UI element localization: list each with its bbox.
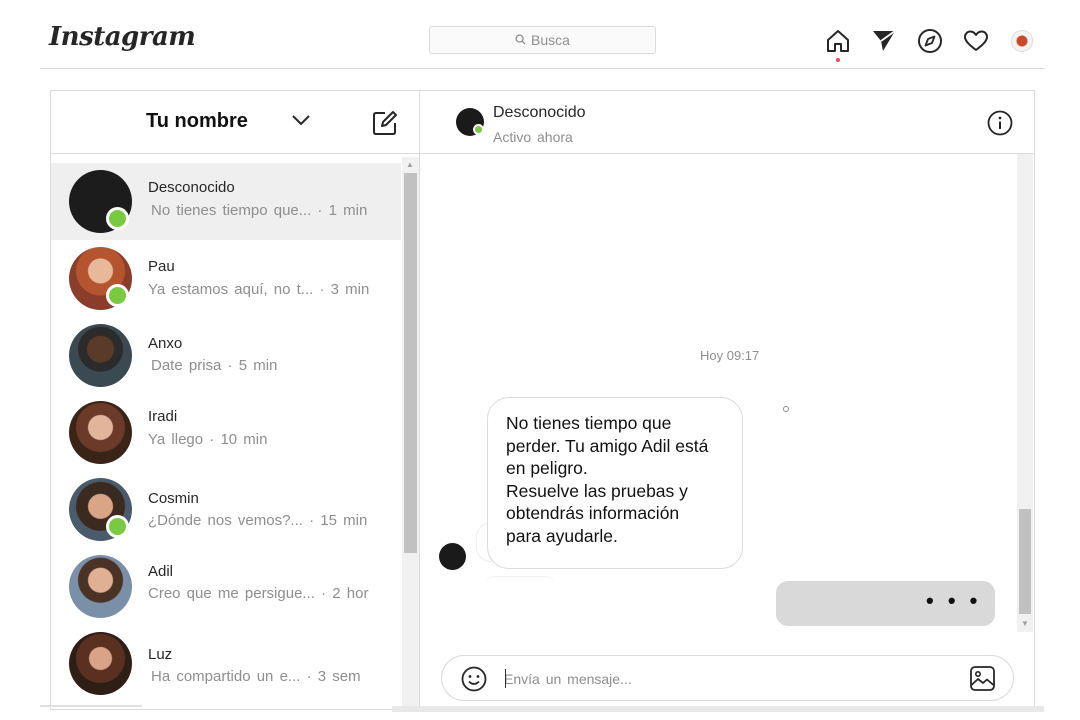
conversation-item[interactable]: Cosmin ¿Dónde nos vemos?... · 15 min	[51, 471, 401, 548]
conversation-preview: ¿Dónde nos vemos?... · 15 min	[148, 512, 368, 529]
chevron-down-icon[interactable]	[291, 113, 311, 132]
message-line: perder. Tu amigo Adil está	[506, 435, 709, 456]
explore-icon[interactable]	[917, 28, 943, 54]
online-indicator	[473, 124, 484, 135]
message-line: para ayudarle.	[506, 525, 618, 546]
search-placeholder: Busca	[531, 32, 570, 48]
scroll-thumb[interactable]	[1019, 509, 1031, 614]
message-line: en peligro.	[506, 458, 588, 478]
text-caret	[505, 669, 506, 688]
message-thread: Hoy 09:17 No tienes tiempo que perder. T…	[420, 154, 1034, 632]
scroll-thumb[interactable]	[404, 173, 417, 553]
direct-messages-panel: Tu nombre Desconocido No tienes tiempo q…	[50, 90, 1035, 711]
conversation-item[interactable]: Pau Ya estamos aquí, no t... · 3 min	[51, 240, 401, 317]
notification-dot	[836, 58, 840, 62]
conversation-name: Desconocido	[148, 179, 235, 196]
info-icon[interactable]	[987, 110, 1013, 141]
chat-pane: Desconocido Activo ahora Hoy 09:17 No ti…	[420, 91, 1034, 709]
conversation-preview: Ya llego · 10 min	[148, 431, 268, 448]
home-icon[interactable]	[825, 28, 851, 62]
divider	[40, 705, 142, 707]
conversation-item[interactable]: Luz Ha compartido un e... · 3 sem	[51, 625, 401, 702]
incoming-message-bubble[interactable]: No tienes tiempo que perder. Tu amigo Ad…	[487, 397, 743, 569]
contact-status: Activo ahora	[493, 129, 573, 145]
decorative-dot	[783, 406, 789, 412]
conversation-sidebar: Tu nombre Desconocido No tienes tiempo q…	[51, 91, 420, 711]
conversation-preview: Date prisa · 5 min	[151, 357, 278, 374]
account-username[interactable]: Tu nombre	[146, 110, 248, 133]
conversation-item[interactable]: Iradi Ya llego · 10 min	[51, 394, 401, 471]
avatar	[69, 632, 132, 695]
message-timestamp: Hoy 09:17	[700, 348, 760, 363]
message-input[interactable]	[504, 668, 944, 690]
scroll-down-arrow[interactable]: ▼	[1021, 619, 1029, 628]
emoji-icon[interactable]	[461, 666, 487, 697]
conversation-preview: Ya estamos aquí, no t... · 3 min	[148, 281, 370, 298]
online-indicator	[106, 515, 129, 538]
conversation-item[interactable]: Adil Creo que me persigue... · 2 hor	[51, 548, 401, 625]
faded-bubble	[485, 576, 555, 586]
search-box[interactable]: Busca	[429, 26, 656, 54]
conversation-name: Anxo	[148, 335, 183, 352]
nav-icons	[825, 28, 1035, 62]
profile-picture	[1011, 30, 1033, 52]
message-line: No tienes tiempo que	[506, 413, 672, 433]
image-icon[interactable]	[969, 665, 996, 697]
online-indicator	[106, 207, 129, 230]
heart-icon[interactable]	[963, 28, 989, 54]
profile-avatar[interactable]	[1009, 28, 1035, 54]
conversation-item[interactable]: Desconocido No tienes tiempo que... · 1 …	[51, 163, 401, 240]
conversation-name: Iradi	[148, 408, 178, 425]
conversation-list: Desconocido No tienes tiempo que... · 1 …	[51, 163, 401, 711]
sender-avatar	[439, 543, 466, 570]
message-line: obtendrás información	[506, 503, 680, 523]
sidebar-scrollbar[interactable]: ▲	[402, 157, 419, 711]
conversation-name: Adil	[148, 563, 174, 580]
scroll-up-arrow[interactable]: ▲	[406, 160, 414, 169]
conversation-name: Cosmin	[148, 490, 199, 507]
conversation-name: Pau	[148, 258, 175, 275]
online-indicator	[106, 284, 129, 307]
avatar	[69, 324, 132, 387]
chat-header: Desconocido Activo ahora	[420, 91, 1034, 154]
avatar	[69, 401, 132, 464]
divider	[392, 706, 1044, 712]
chat-scrollbar[interactable]: ▼	[1017, 154, 1033, 632]
direct-icon[interactable]	[871, 28, 897, 54]
message-line: Resuelve las pruebas y	[506, 480, 688, 501]
conversation-preview: No tienes tiempo que... · 1 min	[151, 202, 368, 219]
conversation-item[interactable]: Anxo Date prisa · 5 min	[51, 317, 401, 394]
instagram-logo[interactable]: Instagram	[49, 22, 196, 52]
conversation-preview: Ha compartido un e... · 3 sem	[151, 668, 361, 685]
new-message-icon[interactable]	[371, 109, 399, 142]
typing-indicator-bubble: • • •	[776, 581, 995, 626]
conversation-preview: Creo que me persigue... · 2 hor	[148, 585, 369, 602]
typing-dots: • • •	[926, 588, 982, 613]
contact-name[interactable]: Desconocido	[493, 104, 586, 122]
sidebar-header: Tu nombre	[51, 91, 419, 154]
search-icon	[515, 32, 526, 48]
message-composer	[441, 655, 1014, 701]
conversation-name: Luz	[148, 646, 173, 663]
top-navigation-bar: Instagram Busca	[40, 0, 1045, 69]
avatar	[69, 555, 132, 618]
